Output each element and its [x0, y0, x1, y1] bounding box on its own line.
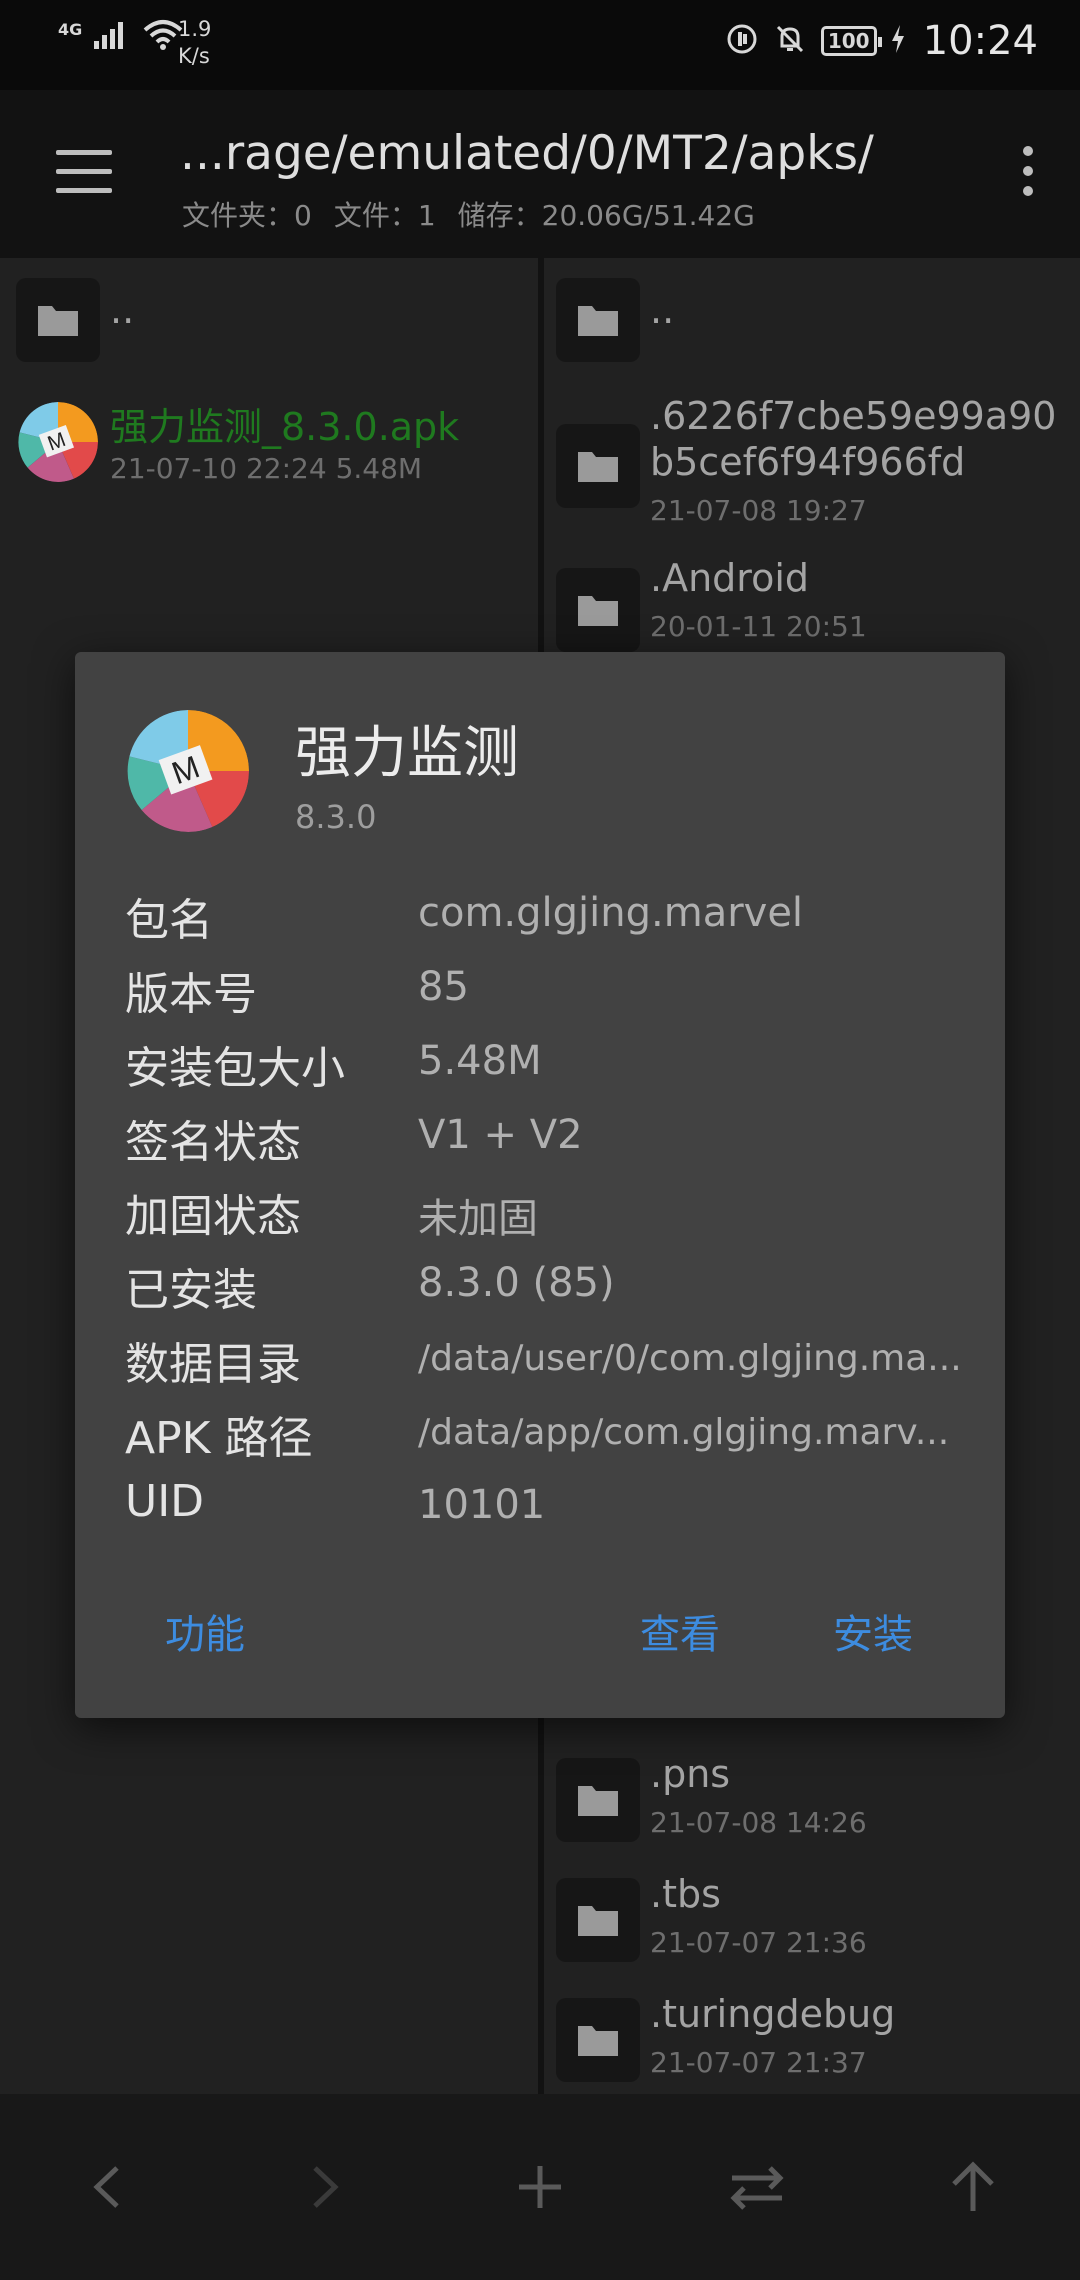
info-value[interactable]: 85	[418, 964, 469, 1010]
app-name: 强力监测	[295, 721, 519, 786]
info-value[interactable]: /data/user/0/com.glgjing.ma...	[418, 1338, 962, 1379]
info-label: 数据目录	[125, 1339, 301, 1390]
info-label: 签名状态	[125, 1117, 301, 1168]
info-row-version-code: 版本号 85	[125, 958, 965, 1032]
info-value[interactable]: 10101	[418, 1482, 545, 1528]
function-button[interactable]: 功能	[165, 1602, 245, 1660]
info-label: 包名	[125, 895, 213, 946]
info-value[interactable]: V1 + V2	[418, 1112, 583, 1158]
app-logo-icon: M	[127, 710, 249, 832]
info-row-signature: 签名状态 V1 + V2	[125, 1106, 965, 1180]
info-label: 加固状态	[125, 1191, 301, 1242]
app-version: 8.3.0	[295, 798, 377, 836]
info-value[interactable]: com.glgjing.marvel	[418, 890, 803, 936]
info-row-size: 安装包大小 5.48M	[125, 1032, 965, 1106]
info-row-uid: UID 10101	[125, 1476, 965, 1550]
view-button[interactable]: 查看	[640, 1602, 720, 1660]
info-row-hardening: 加固状态 未加固	[125, 1180, 965, 1254]
info-row-apk-path: APK 路径 /data/app/com.glgjing.marv...	[125, 1402, 965, 1476]
info-value[interactable]: 未加固	[418, 1186, 538, 1244]
info-label: UID	[125, 1476, 205, 1527]
info-label: 安装包大小	[125, 1043, 345, 1094]
info-label: 版本号	[125, 969, 257, 1020]
info-label: 已安装	[125, 1265, 257, 1316]
info-value[interactable]: 5.48M	[418, 1038, 542, 1084]
info-label: APK 路径	[125, 1413, 313, 1464]
install-button[interactable]: 安装	[833, 1602, 913, 1660]
info-row-installed: 已安装 8.3.0 (85)	[125, 1254, 965, 1328]
file-manager-screen: 4G 1.9 K/s 100 10:24 ...rage/emulated/0/…	[0, 0, 1080, 2280]
apk-info-dialog: M 强力监测 8.3.0 包名 com.glgjing.marvel 版本号 8…	[75, 652, 1005, 1718]
info-row-package: 包名 com.glgjing.marvel	[125, 884, 965, 958]
info-value[interactable]: 8.3.0 (85)	[418, 1260, 615, 1306]
info-row-data-dir: 数据目录 /data/user/0/com.glgjing.ma...	[125, 1328, 965, 1402]
info-value[interactable]: /data/app/com.glgjing.marv...	[418, 1412, 949, 1453]
